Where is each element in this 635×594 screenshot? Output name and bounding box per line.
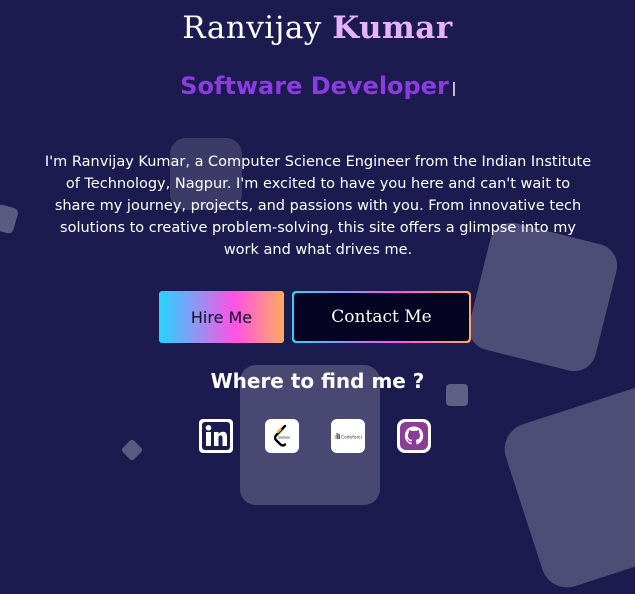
intro-paragraph: I'm Ranvijay Kumar, a Computer Science E…	[44, 154, 592, 258]
linkedin-icon[interactable]	[199, 419, 233, 453]
role-text: Software Developer	[180, 72, 449, 100]
typing-cursor	[452, 82, 455, 96]
role-title: Software Developer	[0, 72, 635, 100]
page-title: Ranvijay Kumar	[0, 10, 635, 46]
hire-me-button[interactable]: Hire Me	[159, 291, 284, 343]
last-name: Kumar	[332, 10, 453, 46]
first-name: Ranvijay	[182, 10, 322, 46]
hero-section: Ranvijay Kumar Software Developer I'm Ra…	[0, 0, 635, 498]
leetcode-icon[interactable]	[265, 419, 299, 453]
codeforces-icon[interactable]: Codeforces	[331, 419, 365, 453]
contact-me-button[interactable]: Contact Me	[292, 291, 471, 343]
contact-me-label: Contact Me	[331, 307, 432, 327]
hire-me-label: Hire Me	[190, 307, 253, 327]
find-me-heading: Where to find me ?	[210, 369, 425, 393]
github-icon[interactable]	[397, 419, 431, 453]
svg-text:Codeforces: Codeforces	[341, 435, 362, 441]
contact-me-inner: Contact Me	[294, 293, 469, 341]
